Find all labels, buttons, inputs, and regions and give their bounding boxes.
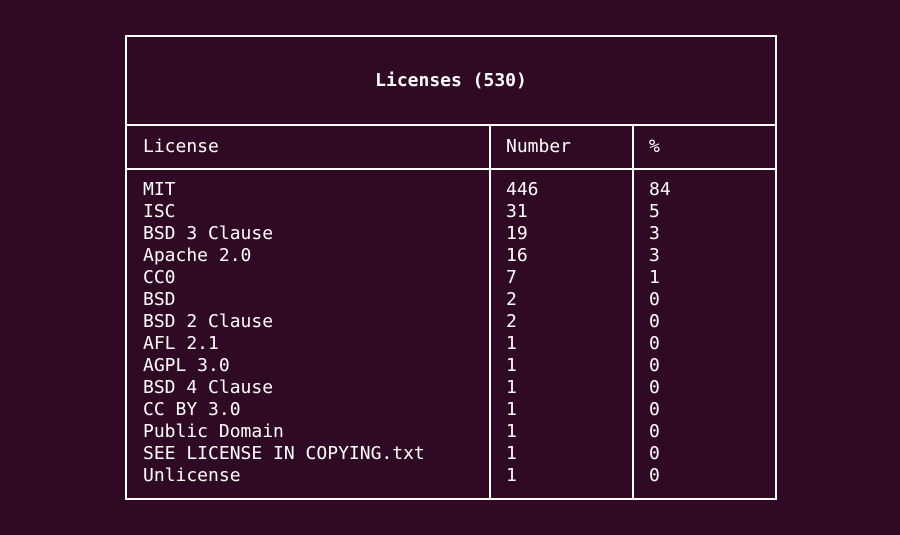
cell-number: 446 (506, 179, 539, 200)
table-row: AFL 2.1 1 0 (127, 333, 775, 355)
cell-percent: 3 (649, 223, 660, 244)
table-row: Public Domain 1 0 (127, 421, 775, 443)
table-row: BSD 4 Clause 1 0 (127, 377, 775, 399)
cell-license: ISC (143, 201, 176, 222)
cell-percent: 5 (649, 201, 660, 222)
licenses-table: Licenses (530) License Number % MIT 446 84… (125, 35, 777, 500)
cell-number: 19 (506, 223, 528, 244)
cell-percent: 0 (649, 333, 660, 354)
cell-license: Unlicense (143, 465, 241, 486)
table-row: BSD 2 0 (127, 289, 775, 311)
cell-license: BSD 2 Clause (143, 311, 274, 332)
table-row: Unlicense 1 0 (127, 465, 775, 487)
cell-number: 1 (506, 399, 517, 420)
cell-license: BSD (143, 289, 176, 310)
cell-number: 2 (506, 311, 517, 332)
table-row: Apache 2.0 16 3 (127, 245, 775, 267)
table-title: Licenses (530) (375, 70, 527, 91)
cell-percent: 3 (649, 245, 660, 266)
header-percent: % (649, 136, 660, 157)
table-title-row: Licenses (530) (127, 37, 775, 126)
header-license: License (143, 136, 219, 157)
header-separator (127, 168, 775, 170)
cell-number: 1 (506, 443, 517, 464)
header-number: Number (506, 136, 572, 157)
cell-percent: 0 (649, 289, 660, 310)
cell-percent: 0 (649, 443, 660, 464)
cell-license: BSD 3 Clause (143, 223, 274, 244)
cell-license: SEE LICENSE IN COPYING.txt (143, 443, 425, 464)
cell-number: 7 (506, 267, 517, 288)
cell-percent: 0 (649, 311, 660, 332)
table-row: ISC 31 5 (127, 201, 775, 223)
cell-number: 1 (506, 333, 517, 354)
cell-license: BSD 4 Clause (143, 377, 274, 398)
table-row: CC0 7 1 (127, 267, 775, 289)
table-row: SEE LICENSE IN COPYING.txt 1 0 (127, 443, 775, 465)
cell-percent: 1 (649, 267, 660, 288)
table-row: MIT 446 84 (127, 179, 775, 201)
cell-number: 1 (506, 377, 517, 398)
cell-number: 1 (506, 421, 517, 442)
cell-license: MIT (143, 179, 176, 200)
cell-license: Public Domain (143, 421, 284, 442)
cell-license: CC0 (143, 267, 176, 288)
cell-license: AGPL 3.0 (143, 355, 230, 376)
cell-number: 1 (506, 355, 517, 376)
cell-number: 16 (506, 245, 528, 266)
cell-number: 2 (506, 289, 517, 310)
cell-percent: 0 (649, 399, 660, 420)
cell-percent: 0 (649, 355, 660, 376)
cell-percent: 84 (649, 179, 671, 200)
cell-percent: 0 (649, 465, 660, 486)
cell-percent: 0 (649, 421, 660, 442)
table-row: BSD 2 Clause 2 0 (127, 311, 775, 333)
cell-license: Apache 2.0 (143, 245, 252, 266)
cell-number: 31 (506, 201, 528, 222)
table-row: BSD 3 Clause 19 3 (127, 223, 775, 245)
table-body: MIT 446 84 ISC 31 5 BSD 3 Clause 19 3 Apache 2.0 1… (127, 179, 775, 487)
cell-license: AFL 2.1 (143, 333, 219, 354)
cell-number: 1 (506, 465, 517, 486)
cell-license: CC BY 3.0 (143, 399, 241, 420)
table-row: AGPL 3.0 1 0 (127, 355, 775, 377)
cell-percent: 0 (649, 377, 660, 398)
table-row: CC BY 3.0 1 0 (127, 399, 775, 421)
